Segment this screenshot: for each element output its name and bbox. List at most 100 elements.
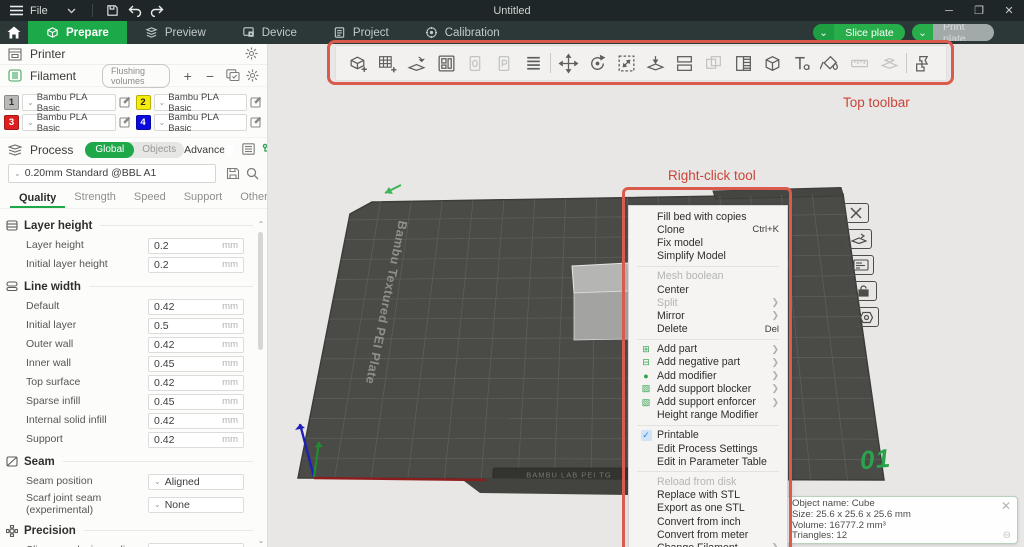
print-dropdown-icon[interactable]: ⌄ [912, 24, 933, 41]
auto-orient-icon[interactable] [404, 51, 429, 76]
filament-select[interactable]: ⌄Bambu PLA Basic [22, 94, 116, 111]
hamburger-menu-icon[interactable] [8, 3, 24, 19]
section-header[interactable]: Seam [6, 451, 253, 472]
maximize-button[interactable]: ❐ [964, 0, 994, 21]
save-preset-icon[interactable] [226, 167, 239, 180]
tab-project[interactable]: Project [315, 21, 407, 44]
param-input[interactable]: 0.049mm [148, 543, 244, 547]
split-to-objects-icon[interactable] [672, 51, 697, 76]
section-header[interactable]: Layer height [6, 215, 253, 236]
objects-option[interactable]: Objects [134, 144, 184, 155]
arrange-icon[interactable] [434, 51, 459, 76]
undo-icon[interactable] [127, 3, 143, 19]
param-input[interactable]: 0.42mm [148, 432, 244, 448]
delete-plate-button[interactable] [843, 203, 869, 223]
color-paint-icon[interactable] [818, 51, 843, 76]
tab-preview[interactable]: Preview [127, 21, 224, 44]
menu-item-add-part[interactable]: ⊞Add part❯ [629, 343, 787, 356]
slice-plate-button[interactable]: ⌄ Slice plate [813, 24, 905, 41]
remove-filament-button[interactable]: − [206, 69, 214, 83]
scrollbar-thumb[interactable] [258, 232, 263, 350]
info-close-icon[interactable]: ✕ [1001, 501, 1011, 511]
arrange-plate-button[interactable] [848, 255, 874, 275]
param-select[interactable]: ⌄None [148, 497, 244, 513]
plate-settings-button[interactable] [853, 307, 879, 327]
menu-item-clone[interactable]: CloneCtrl+K [629, 223, 787, 236]
menu-item-center[interactable]: Center [629, 283, 787, 296]
menu-item-change-filament[interactable]: Change Filament❯ [629, 541, 787, 547]
sidebar-scrollbar[interactable]: ⌃ ⌄ [256, 220, 265, 545]
menu-item-simplify-model[interactable]: Simplify Model [629, 250, 787, 263]
scroll-down-icon[interactable]: ⌄ [257, 536, 265, 545]
menu-item-fill-bed-with-copies[interactable]: Fill bed with copies [629, 210, 787, 223]
scroll-up-icon[interactable]: ⌃ [257, 220, 265, 229]
scale-icon[interactable] [614, 51, 639, 76]
printer-section-header[interactable]: Printer [0, 44, 267, 65]
menu-item-mirror[interactable]: Mirror❯ [629, 309, 787, 322]
plate-number[interactable]: 01 [859, 443, 893, 477]
edit-filament-icon[interactable] [250, 96, 263, 109]
add-plate-icon[interactable] [375, 51, 400, 76]
printer-settings-gear-icon[interactable] [245, 47, 259, 61]
param-input[interactable]: 0.2mm [148, 257, 244, 273]
filament-select[interactable]: ⌄Bambu PLA Basic [154, 114, 248, 131]
param-input[interactable]: 0.2mm [148, 238, 244, 254]
section-header[interactable]: Line width [6, 276, 253, 297]
global-option[interactable]: Global [85, 142, 134, 158]
filament-color-badge[interactable]: 3 [4, 115, 19, 130]
menu-item-convert-from-meter[interactable]: Convert from meter [629, 528, 787, 541]
search-icon[interactable] [246, 167, 259, 180]
filament-select[interactable]: ⌄Bambu PLA Basic [154, 94, 248, 111]
menu-item-add-support-enforcer[interactable]: ▧Add support enforcer❯ [629, 395, 787, 408]
menu-item-delete[interactable]: DeleteDel [629, 323, 787, 336]
orient-plate-button[interactable] [846, 229, 872, 249]
lock-plate-button[interactable] [851, 281, 877, 301]
param-input[interactable]: 0.42mm [148, 375, 244, 391]
filament-color-badge[interactable]: 1 [4, 95, 19, 110]
param-input[interactable]: 0.42mm [148, 337, 244, 353]
print-plate-button[interactable]: ⌄ Print plate [912, 24, 994, 41]
chevron-down-icon[interactable] [64, 3, 80, 19]
add-object-icon[interactable] [346, 51, 371, 76]
menu-item-fix-model[interactable]: Fix model [629, 236, 787, 249]
mesh-boolean-icon[interactable] [760, 51, 785, 76]
redo-icon[interactable] [149, 3, 165, 19]
param-input[interactable]: 0.42mm [148, 413, 244, 429]
global-objects-toggle[interactable]: Global Objects [85, 142, 184, 158]
add-filament-button[interactable]: + [184, 69, 192, 83]
menu-item-replace-with-stl[interactable]: Replace with STL [629, 489, 787, 502]
parameter-table-icon[interactable] [242, 143, 255, 156]
slice-dropdown-icon[interactable]: ⌄ [813, 24, 834, 41]
param-tab-quality[interactable]: Quality [10, 192, 65, 209]
param-tab-strength[interactable]: Strength [65, 191, 125, 208]
edit-filament-icon[interactable] [119, 96, 132, 109]
param-input[interactable]: 0.5mm [148, 318, 244, 334]
info-collapse-icon[interactable]: ⊖ [1003, 532, 1011, 540]
menu-item-add-negative-part[interactable]: ⊟Add negative part❯ [629, 356, 787, 369]
section-header[interactable]: Precision [6, 520, 253, 541]
param-input[interactable]: 0.45mm [148, 356, 244, 372]
ams-sync-icon[interactable] [226, 69, 239, 82]
layers-stack-icon[interactable] [521, 51, 546, 76]
edit-filament-icon[interactable] [250, 116, 263, 129]
minimize-button[interactable]: ─ [934, 0, 964, 21]
menu-item-printable[interactable]: ✓Printable [629, 429, 787, 442]
filament-color-badge[interactable]: 2 [136, 95, 151, 110]
tab-device[interactable]: Device [224, 21, 315, 44]
home-button[interactable] [0, 21, 28, 44]
param-select[interactable]: ⌄Aligned [148, 474, 244, 490]
rotate-icon[interactable] [585, 51, 610, 76]
menu-item-height-range-modifier[interactable]: Height range Modifier [629, 409, 787, 422]
flushing-volumes-button[interactable]: Flushing volumes [102, 64, 170, 88]
save-icon[interactable] [105, 3, 121, 19]
param-input[interactable]: 0.42mm [148, 299, 244, 315]
close-button[interactable]: ✕ [994, 0, 1024, 21]
filament-settings-gear-icon[interactable] [246, 69, 259, 82]
variable-layer-height-icon[interactable] [731, 51, 756, 76]
param-tab-speed[interactable]: Speed [125, 191, 175, 208]
menu-item-add-modifier[interactable]: ●Add modifier❯ [629, 369, 787, 382]
edit-filament-icon[interactable] [119, 116, 132, 129]
menu-item-add-support-blocker[interactable]: ▨Add support blocker❯ [629, 382, 787, 395]
menu-item-export-as-one-stl[interactable]: Export as one STL [629, 502, 787, 515]
param-tab-others[interactable]: Others [231, 191, 268, 208]
